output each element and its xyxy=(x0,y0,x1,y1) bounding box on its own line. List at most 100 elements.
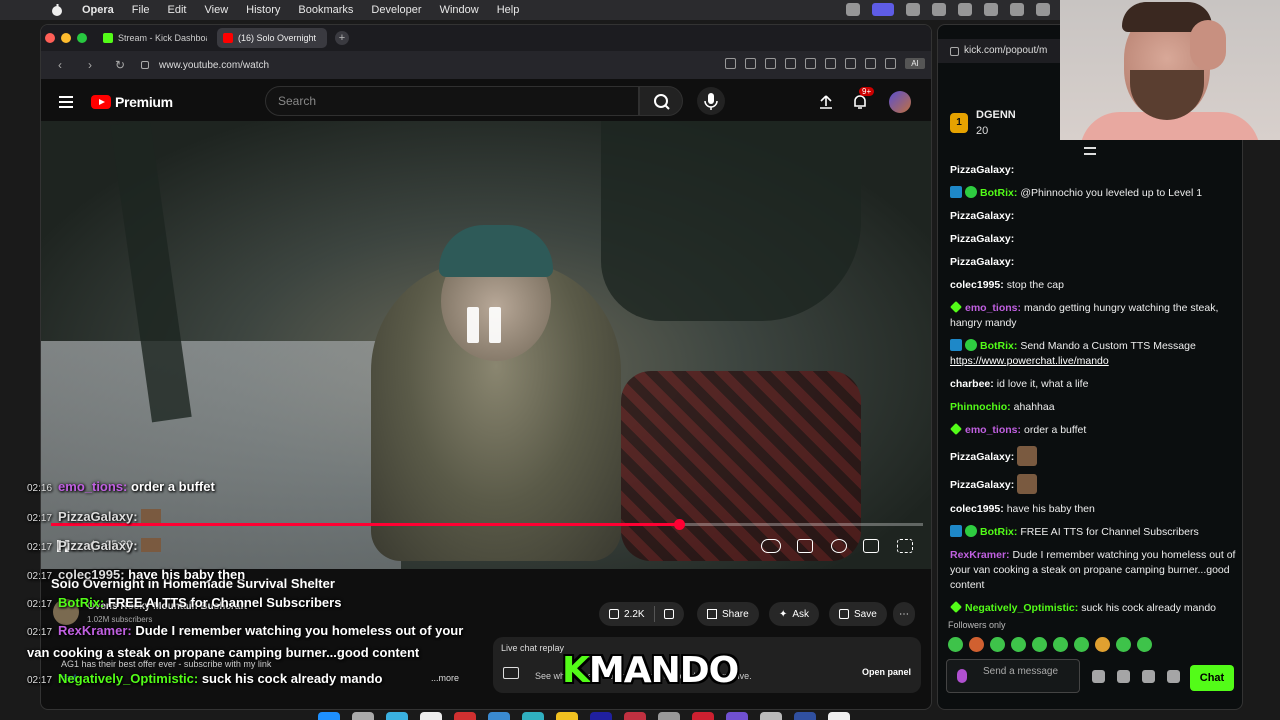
dock-app-icon[interactable] xyxy=(760,712,782,720)
status-icon[interactable] xyxy=(958,3,972,16)
emote-icon[interactable] xyxy=(1053,637,1068,652)
heart-icon[interactable] xyxy=(805,58,816,69)
menu-window[interactable]: Window xyxy=(440,4,479,16)
chat-username[interactable]: PizzaGalaxy: xyxy=(950,256,1014,268)
emoji-icon[interactable] xyxy=(1092,670,1105,683)
profile-icon[interactable] xyxy=(865,58,876,69)
status-icon[interactable] xyxy=(1036,3,1050,16)
fullscreen-icon[interactable] xyxy=(897,539,913,553)
dock-app-icon[interactable] xyxy=(692,712,714,720)
emote-icon[interactable] xyxy=(948,637,963,652)
share-button[interactable]: Share xyxy=(697,602,759,626)
chat-username[interactable]: BotRix: xyxy=(980,526,1017,538)
open-panel-button[interactable]: Open panel xyxy=(862,667,911,677)
chat-link[interactable]: https://www.powerchat.live/mando xyxy=(950,355,1109,367)
dock-app-icon[interactable] xyxy=(556,712,578,720)
chat-username[interactable]: BotRix: xyxy=(980,187,1017,199)
store-icon[interactable] xyxy=(1142,670,1155,683)
settings-gear-icon[interactable] xyxy=(1167,670,1180,683)
account-avatar[interactable] xyxy=(889,91,911,113)
autoplay-toggle[interactable] xyxy=(761,539,781,553)
dock-app-icon[interactable] xyxy=(386,712,408,720)
search-input[interactable]: Search xyxy=(265,86,639,116)
emote-icon[interactable] xyxy=(990,637,1005,652)
shield-icon[interactable] xyxy=(765,58,776,69)
dock-app-icon[interactable] xyxy=(454,712,476,720)
dock-app-icon[interactable] xyxy=(318,712,340,720)
camera-icon[interactable] xyxy=(745,58,756,69)
reload-icon[interactable]: ↻ xyxy=(109,58,131,72)
search-button[interactable] xyxy=(639,86,683,116)
chat-username[interactable]: BotRix: xyxy=(980,340,1017,352)
dock-app-icon[interactable] xyxy=(420,712,442,720)
theater-mode-icon[interactable] xyxy=(863,539,879,553)
menu-app-name[interactable]: Opera xyxy=(82,4,114,16)
dock-app-icon[interactable] xyxy=(352,712,374,720)
chat-username[interactable]: colec1995: xyxy=(950,503,1004,515)
back-icon[interactable]: ‹ xyxy=(49,58,71,72)
forward-icon[interactable]: › xyxy=(79,58,101,72)
menu-file[interactable]: File xyxy=(132,4,150,16)
tab-youtube[interactable]: (16) Solo Overnight xyxy=(217,28,327,48)
dock-app-icon[interactable] xyxy=(828,712,850,720)
status-icon[interactable] xyxy=(872,3,894,16)
menu-help[interactable]: Help xyxy=(497,4,520,16)
thumbs-down-icon[interactable] xyxy=(663,609,674,619)
menu-edit[interactable]: Edit xyxy=(168,4,187,16)
dock-app-icon[interactable] xyxy=(488,712,510,720)
like-button[interactable]: 2.2K xyxy=(599,602,684,626)
ask-button[interactable]: ✦ Ask xyxy=(769,602,820,626)
chat-username[interactable]: PizzaGalaxy: xyxy=(950,233,1014,245)
menu-bookmarks[interactable]: Bookmarks xyxy=(298,4,353,16)
edit-icon[interactable] xyxy=(725,58,736,69)
chat-username[interactable]: emo_tions: xyxy=(965,302,1021,314)
aria-ai-icon[interactable]: AI xyxy=(905,58,925,69)
chat-username[interactable]: colec1995: xyxy=(950,279,1004,291)
tab-kick-dashboard[interactable]: Stream - Kick Dashboard xyxy=(97,28,207,48)
chat-username[interactable]: PizzaGalaxy: xyxy=(950,210,1014,222)
voice-search-button[interactable] xyxy=(697,87,725,115)
description-more-link[interactable]: ...more xyxy=(431,673,459,683)
emote-icon[interactable] xyxy=(1032,637,1047,652)
emote-icon[interactable] xyxy=(1095,637,1110,652)
youtube-logo[interactable]: Premium xyxy=(91,94,173,110)
dock-app-icon[interactable] xyxy=(624,712,646,720)
emote-icon[interactable] xyxy=(1074,637,1089,652)
send-chat-button[interactable]: Chat xyxy=(1190,665,1234,691)
captions-icon[interactable] xyxy=(797,539,813,553)
more-actions-button[interactable]: ⋯ xyxy=(893,602,915,626)
menu-view[interactable]: View xyxy=(205,4,229,16)
emote-icon[interactable] xyxy=(969,637,984,652)
chat-username[interactable]: RexKramer: xyxy=(950,549,1010,561)
emote-icon[interactable] xyxy=(1011,637,1026,652)
download-icon[interactable] xyxy=(825,58,836,69)
dock-app-icon[interactable] xyxy=(522,712,544,720)
video-player[interactable]: 25:39 xyxy=(41,121,931,569)
zoom-window-button[interactable] xyxy=(77,33,87,43)
chat-username[interactable]: Phinnochio: xyxy=(950,401,1011,413)
collapse-icon[interactable] xyxy=(1084,147,1096,155)
chat-message-input[interactable]: Send a message xyxy=(946,659,1080,693)
minimize-window-button[interactable] xyxy=(61,33,71,43)
chat-username[interactable]: charbee: xyxy=(950,378,994,390)
menu-icon[interactable] xyxy=(845,58,856,69)
save-button[interactable]: Save xyxy=(829,602,887,626)
chat-username[interactable]: PizzaGalaxy: xyxy=(950,451,1014,463)
chat-username[interactable]: PizzaGalaxy: xyxy=(950,164,1014,176)
dock-app-icon[interactable] xyxy=(658,712,680,720)
cube-icon[interactable] xyxy=(885,58,896,69)
dock-app-icon[interactable] xyxy=(590,712,612,720)
emote-icon[interactable] xyxy=(1116,637,1131,652)
chat-username[interactable]: PizzaGalaxy: xyxy=(950,479,1014,491)
wifi-icon[interactable] xyxy=(984,3,998,16)
infinity-icon[interactable] xyxy=(1117,670,1130,683)
new-tab-button[interactable]: + xyxy=(335,31,349,45)
chat-username[interactable]: emo_tions: xyxy=(965,424,1021,436)
chat-username[interactable]: Negatively_Optimistic: xyxy=(965,602,1078,614)
bluetooth-icon[interactable] xyxy=(1010,3,1024,16)
progress-scrubber[interactable] xyxy=(673,519,685,530)
upload-icon[interactable] xyxy=(817,93,835,111)
emote-icon[interactable] xyxy=(1137,637,1152,652)
hamburger-menu-icon[interactable] xyxy=(59,96,73,108)
send-icon[interactable] xyxy=(785,58,796,69)
